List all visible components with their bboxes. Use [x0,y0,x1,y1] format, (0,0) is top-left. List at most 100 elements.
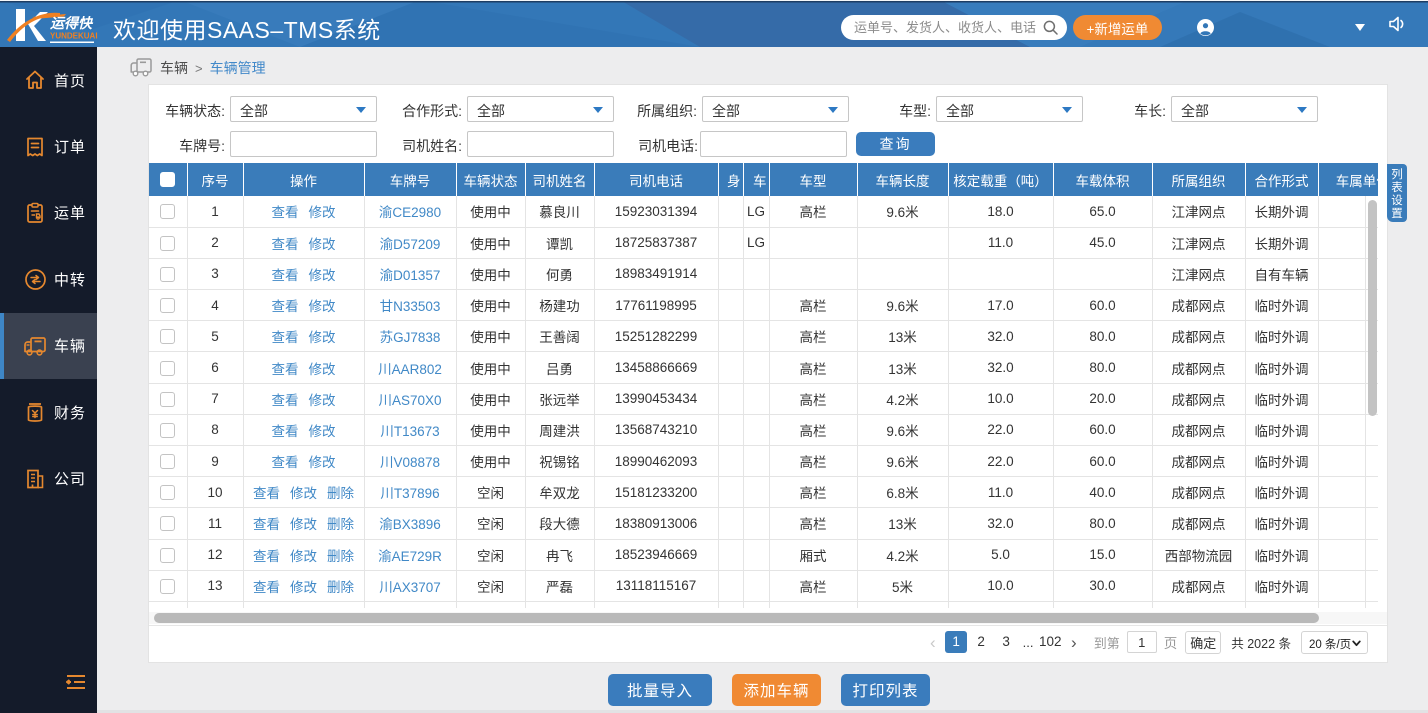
column-header[interactable]: 司机姓名 [525,163,594,196]
row-checkbox[interactable] [160,548,175,563]
goto-confirm-button[interactable]: 确定 [1185,631,1221,654]
plate-link[interactable]: 渝CE2980 [379,205,441,220]
sidebar-item-orders[interactable]: 订单 [0,113,97,179]
filter-input-driver-name[interactable] [468,132,613,156]
op-link[interactable]: 修改 [290,580,317,595]
op-link[interactable]: 查看 [272,362,299,377]
plate-link[interactable]: 苏GJ7838 [380,330,441,345]
op-link[interactable]: 查看 [253,517,280,532]
vertical-scrollbar[interactable] [1368,200,1377,416]
row-checkbox[interactable] [160,204,175,219]
page-next-icon[interactable]: › [1071,634,1077,651]
op-link[interactable]: 查看 [272,455,299,470]
page-number-1[interactable]: 1 [945,631,967,653]
op-link[interactable]: 查看 [253,549,280,564]
query-button[interactable]: 查询 [856,132,935,156]
row-checkbox[interactable] [160,454,175,469]
op-link[interactable]: 查看 [272,268,299,283]
page-size-select[interactable]: 20 条/页 [1301,631,1368,654]
select-all-checkbox[interactable] [160,172,175,187]
column-header[interactable]: 核定载重（吨） [948,163,1053,196]
breadcrumb-current[interactable]: 车辆管理 [210,58,266,78]
plate-link[interactable]: 川V08878 [380,455,440,470]
global-search-input[interactable] [854,15,1046,40]
op-link[interactable]: 删除 [327,580,354,595]
op-link[interactable]: 查看 [272,424,299,439]
filter-input-driver-phone[interactable] [701,132,846,156]
page-prev-icon[interactable]: ‹ [930,634,936,651]
sidebar-item-home[interactable]: 首页 [0,47,97,113]
row-checkbox[interactable] [160,423,175,438]
column-header[interactable]: 序号 [187,163,243,196]
column-header[interactable]: 车型 [769,163,857,196]
op-link[interactable]: 查看 [253,486,280,501]
op-link[interactable]: 查看 [272,205,299,220]
new-waybill-button[interactable]: +新增运单 [1073,15,1162,40]
op-link[interactable]: 修改 [309,424,336,439]
print-list-button[interactable]: 打印列表 [841,674,930,706]
row-checkbox[interactable] [160,298,175,313]
op-link[interactable]: 查看 [272,330,299,345]
plate-link[interactable]: 渝BX3896 [379,517,441,532]
row-checkbox[interactable] [160,579,175,594]
row-checkbox[interactable] [160,329,175,344]
op-link[interactable]: 删除 [327,517,354,532]
op-link[interactable]: 修改 [290,517,317,532]
filter-select-coop-type[interactable]: 全部 [467,96,614,122]
column-header[interactable]: 合作形式 [1245,163,1318,196]
op-link[interactable]: 删除 [327,486,354,501]
user-menu-caret-icon[interactable] [1355,24,1365,31]
op-link[interactable]: 查看 [272,237,299,252]
column-header[interactable]: 操作 [243,163,364,196]
row-checkbox[interactable] [160,361,175,376]
sidebar-item-waybills[interactable]: 运单 [0,180,97,246]
speaker-icon[interactable] [1388,15,1407,33]
goto-page-input[interactable] [1127,631,1157,653]
column-header[interactable]: 车牌号 [364,163,456,196]
sidebar-collapse-icon[interactable] [66,673,86,694]
op-link[interactable]: 修改 [309,268,336,283]
sidebar-item-transfer[interactable]: 中转 [0,246,97,312]
row-checkbox[interactable] [160,267,175,282]
plate-link[interactable]: 渝D57209 [380,237,441,252]
plate-link[interactable]: 渝D01357 [380,268,441,283]
page-number-2[interactable]: 2 [970,631,992,653]
plate-link[interactable]: 甘N33503 [380,299,441,314]
row-checkbox[interactable] [160,485,175,500]
sidebar-item-vehicles[interactable]: 车辆 [0,313,97,379]
filter-select-vehicle-type[interactable]: 全部 [936,96,1083,122]
row-checkbox[interactable] [160,392,175,407]
column-header[interactable]: 车载体积 [1053,163,1152,196]
page-number-last[interactable]: 102 [1039,631,1062,653]
op-link[interactable]: 修改 [309,455,336,470]
op-link[interactable]: 修改 [290,549,317,564]
sidebar-item-company[interactable]: 公司 [0,445,97,511]
filter-select-organization[interactable]: 全部 [702,96,849,122]
filter-input-plate[interactable] [231,132,376,156]
row-checkbox[interactable] [160,516,175,531]
column-header[interactable]: 车辆状态 [456,163,525,196]
op-link[interactable]: 修改 [309,330,336,345]
op-link[interactable]: 修改 [290,486,317,501]
op-link[interactable]: 修改 [309,362,336,377]
op-link[interactable]: 查看 [253,580,280,595]
row-checkbox[interactable] [160,236,175,251]
batch-import-button[interactable]: 批量导入 [608,674,712,706]
column-header[interactable]: 车辆长度 [857,163,948,196]
global-search[interactable] [841,15,1067,40]
search-icon[interactable] [1043,20,1058,35]
column-header[interactable]: 司机电话 [594,163,718,196]
op-link[interactable]: 修改 [309,237,336,252]
column-header[interactable]: 身 [718,163,743,196]
op-link[interactable]: 修改 [309,299,336,314]
op-link[interactable]: 查看 [272,299,299,314]
column-header[interactable]: 车 [743,163,769,196]
list-settings-tab[interactable]: 列表设置 [1387,164,1407,222]
horizontal-scrollbar[interactable] [154,613,1319,623]
plate-link[interactable]: 川T13673 [380,424,439,439]
filter-select-vehicle-status[interactable]: 全部 [230,96,377,122]
plate-link[interactable]: 川AAR802 [378,362,442,377]
add-vehicle-button[interactable]: 添加车辆 [732,674,821,706]
column-header[interactable]: 所属组织 [1152,163,1245,196]
plate-link[interactable]: 川AS70X0 [378,393,441,408]
